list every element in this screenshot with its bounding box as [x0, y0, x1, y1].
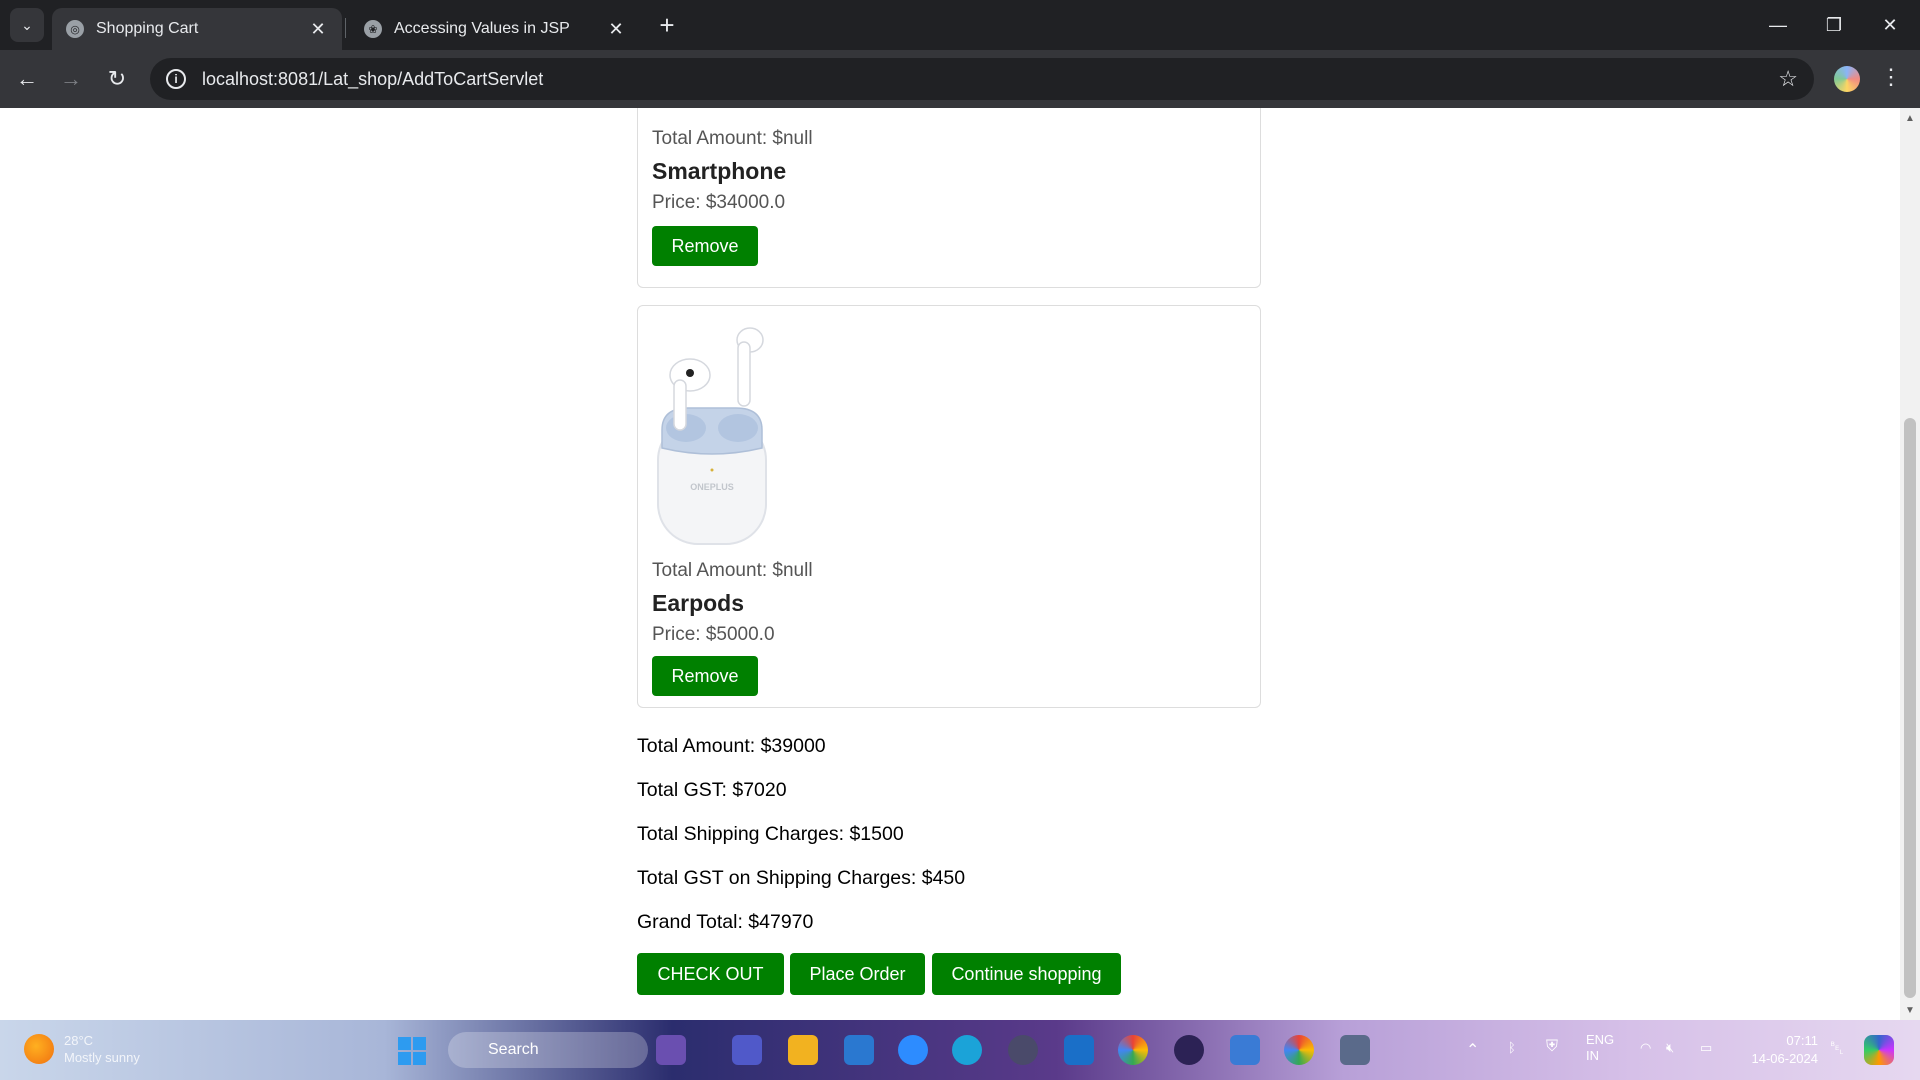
lang-top: ENG — [1586, 1032, 1615, 1047]
clock-time: 07:11 — [1786, 1033, 1818, 1048]
zoom-icon[interactable] — [898, 1035, 928, 1065]
file-explorer-icon[interactable] — [788, 1035, 818, 1065]
scroll-thumb[interactable] — [1904, 418, 1916, 998]
summary-total-amount: Total Amount: $39000 — [637, 735, 826, 757]
photos-icon[interactable] — [844, 1035, 874, 1065]
wifi-icon[interactable]: ◠ — [1640, 1040, 1651, 1056]
profile-avatar-icon[interactable] — [1834, 66, 1860, 92]
tab-title: Accessing Values in JSP — [394, 20, 570, 37]
scroll-down-arrow-icon[interactable]: ▼ — [1900, 1002, 1920, 1018]
tab-shopping-cart[interactable]: ◎ Shopping Cart ✕ — [52, 8, 342, 50]
close-tab-icon[interactable]: ✕ — [606, 19, 626, 40]
new-tab-plus-icon[interactable]: + — [650, 8, 684, 42]
tab-search-chevron-icon[interactable]: ⌄ — [10, 8, 44, 42]
lang-bottom: IN — [1586, 1048, 1599, 1063]
tab-divider — [345, 18, 346, 38]
browser-tab-bar: ⌄ ◎ Shopping Cart ✕ ❀ Accessing Values i… — [0, 0, 1920, 50]
windows-taskbar: 28°C Mostly sunny Search ⌃ ᛒ ⛨ ENG IN ◠ … — [0, 1020, 1920, 1080]
mail-icon[interactable] — [1064, 1035, 1094, 1065]
security-shield-icon[interactable]: ⛨ — [1546, 1038, 1558, 1056]
globe-icon: ◎ — [66, 20, 84, 38]
taskbar-search[interactable]: Search — [448, 1032, 648, 1068]
close-tab-icon[interactable]: ✕ — [308, 19, 328, 40]
edge-icon[interactable] — [952, 1035, 982, 1065]
browser-toolbar: ← → ↻ i localhost:8081/Lat_shop/AddToCar… — [0, 50, 1920, 108]
reload-icon[interactable]: ↻ — [98, 60, 136, 98]
page-viewport: Total Amount: $null Smartphone Price: $3… — [0, 108, 1900, 1020]
scroll-up-arrow-icon[interactable]: ▲ — [1900, 110, 1920, 126]
remove-button[interactable]: Remove — [652, 656, 758, 696]
remove-button[interactable]: Remove — [652, 226, 758, 266]
summary-total-gst: Total GST: $7020 — [637, 779, 787, 801]
item-total-amount: Total Amount: $null — [652, 128, 813, 149]
language-indicator[interactable]: ENG IN — [1586, 1032, 1614, 1064]
checkout-button[interactable]: CHECK OUT — [637, 953, 784, 995]
address-bar[interactable]: i localhost:8081/Lat_shop/AddToCartServl… — [150, 58, 1814, 100]
weather-widget[interactable]: 28°C Mostly sunny — [64, 1032, 140, 1066]
continue-shopping-button[interactable]: Continue shopping — [932, 953, 1121, 995]
cart-item-card: ONEPLUS Total Amount: $null Earpods Pric… — [637, 305, 1261, 708]
item-price: Price: $5000.0 — [652, 624, 775, 645]
restore-icon[interactable]: ❐ — [1806, 0, 1862, 50]
tray-chevron-icon[interactable]: ⌃ — [1466, 1040, 1479, 1060]
windows-start-icon[interactable] — [398, 1037, 426, 1065]
earpods-product-image: ONEPLUS — [657, 327, 767, 545]
weather-temp: 28°C — [64, 1033, 94, 1048]
weather-desc: Mostly sunny — [64, 1050, 140, 1065]
notification-bell-icon[interactable]: ␇ — [1830, 1038, 1844, 1059]
item-price: Price: $34000.0 — [652, 192, 786, 213]
more-menu-icon[interactable]: ⋮ — [1880, 64, 1902, 90]
weather-sun-icon[interactable] — [24, 1034, 54, 1064]
chatgpt-icon: ❀ — [364, 20, 382, 38]
chrome-icon[interactable] — [1118, 1035, 1148, 1065]
teams-icon[interactable] — [732, 1035, 762, 1065]
calculator-icon[interactable] — [1340, 1035, 1370, 1065]
tab-accessing-values[interactable]: ❀ Accessing Values in JSP ✕ — [350, 8, 640, 50]
dell-icon[interactable] — [1008, 1035, 1038, 1065]
battery-icon[interactable]: ▭ — [1700, 1040, 1712, 1056]
tab-title: Shopping Cart — [96, 20, 199, 37]
notepad-icon[interactable] — [1230, 1035, 1260, 1065]
bookmark-star-icon[interactable]: ☆ — [1778, 66, 1798, 92]
chrome-active-icon[interactable] — [1284, 1035, 1314, 1065]
clock[interactable]: 07:11 14-06-2024 — [1738, 1032, 1819, 1068]
volume-muted-icon[interactable]: 🔇︎ — [1666, 1040, 1674, 1056]
site-info-icon[interactable]: i — [166, 69, 186, 89]
brand-text: ONEPLUS — [690, 482, 734, 492]
cart-item-card: Total Amount: $null Smartphone Price: $3… — [637, 108, 1261, 288]
place-order-button[interactable]: Place Order — [790, 953, 925, 995]
eclipse-icon[interactable] — [1174, 1035, 1204, 1065]
summary-grand-total: Grand Total: $47970 — [637, 911, 814, 933]
url-text[interactable]: localhost:8081/Lat_shop/AddToCartServlet — [202, 69, 1778, 90]
page-scrollbar[interactable]: ▲ ▼ — [1900, 108, 1920, 1020]
summary-total-shipping: Total Shipping Charges: $1500 — [637, 823, 904, 845]
close-window-icon[interactable]: ✕ — [1862, 0, 1918, 50]
minimize-icon[interactable]: — — [1750, 0, 1806, 50]
item-name: Smartphone — [652, 158, 787, 184]
item-total-amount: Total Amount: $null — [652, 560, 813, 581]
item-name: Earpods — [652, 590, 745, 616]
copilot-icon[interactable] — [1864, 1035, 1894, 1065]
clock-date: 14-06-2024 — [1751, 1051, 1819, 1066]
widgets-app-icon[interactable] — [656, 1035, 686, 1065]
summary-gst-shipping: Total GST on Shipping Charges: $450 — [637, 867, 966, 889]
bluetooth-icon[interactable]: ᛒ — [1508, 1040, 1516, 1055]
forward-arrow-icon[interactable]: → — [52, 60, 90, 98]
back-arrow-icon[interactable]: ← — [8, 60, 46, 98]
taskbar-search-label: Search — [488, 1041, 539, 1058]
